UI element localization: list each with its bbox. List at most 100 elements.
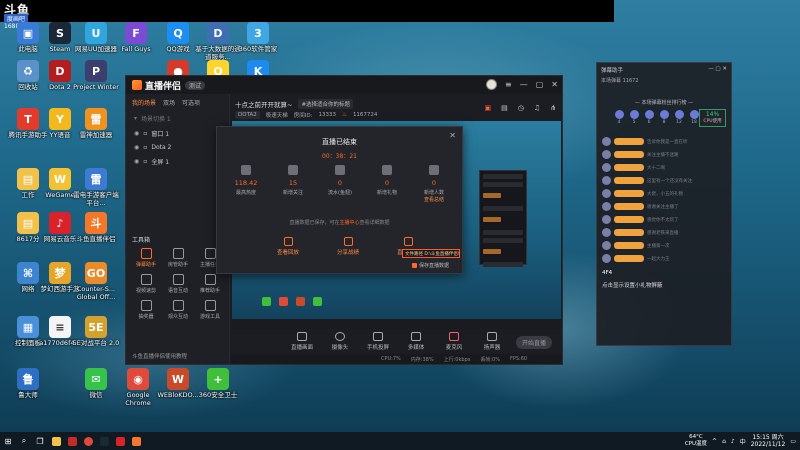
avatar[interactable] [486, 79, 498, 90]
preview-icon [313, 297, 322, 306]
eye-icon[interactable]: ◉ [134, 130, 139, 137]
scene-item-fullscreen[interactable]: ◉ ▫ 全屏 1 [126, 154, 229, 169]
volume-icon[interactable]: ♪ [731, 438, 735, 445]
5e-icon: 5E [85, 316, 107, 338]
live-stats: 118.42 最高热度 15 新增关注 0 流水(鱼翅) 0 新增礼物 0 新增人数 查看总结 [229, 165, 451, 203]
tab-dual[interactable]: 双场 [163, 98, 175, 107]
input-method[interactable]: 中 [740, 437, 746, 446]
dialog-title: 直播已结束 [322, 138, 357, 146]
tool-button[interactable]: 语音互动 [162, 274, 194, 294]
toolbox-grid: 弹幕助手 房管助手 主播任务 视频速剪 语音互动 推荐助手 抽奖器 观众互动 游戏工具 [130, 248, 226, 320]
taskbar-app[interactable] [96, 432, 112, 450]
clock[interactable]: 15:15 周六 2022/11/12 [751, 434, 786, 448]
tool-button[interactable]: 视频速剪 [130, 274, 162, 294]
chevron-up-icon[interactable]: ^ [712, 438, 717, 445]
stat-item: 0 新增礼物 [370, 165, 404, 203]
desktop-icon-csgo[interactable]: GO Counter-S... Global Off... [72, 262, 120, 301]
scene-item-dota[interactable]: ◉ ▫ Dota 2 [126, 141, 229, 154]
network-icon[interactable]: ⌂ [722, 438, 726, 445]
desktop-icon-wechat[interactable]: ✉ 微信 [72, 368, 120, 400]
tab-options[interactable]: 可选项 [182, 98, 200, 107]
lock-icon[interactable]: ▫ [143, 158, 147, 165]
bell-icon[interactable]: ♫ [534, 104, 540, 112]
share-icon[interactable]: ⋔ [550, 104, 556, 112]
taskbar-app[interactable] [64, 432, 80, 450]
speaker-button[interactable]: 扬声器 [478, 331, 506, 351]
window-titlebar[interactable]: 直播伴侣 测试 ≡ — ▢ ✕ [126, 76, 562, 94]
badge-level: 5 [632, 120, 636, 125]
tutorial-link[interactable]: 斗鱼直播伴侣使用教程 [132, 352, 187, 360]
gift-filter-hint[interactable]: 点击显示设置小礼物屏蔽 [602, 281, 663, 289]
screen-capture-button[interactable]: 直播画面 [288, 331, 316, 351]
desktop-icon-thunder[interactable]: 雷雷神加速器 [72, 108, 120, 140]
fan-badge [614, 203, 644, 210]
microphone-button[interactable]: 麦克风 [440, 331, 468, 351]
eye-icon[interactable]: ◉ [134, 144, 139, 151]
tool-button[interactable]: 弹幕助手 [130, 248, 162, 268]
tool-button[interactable]: 推荐助手 [194, 274, 226, 294]
taskbar-app[interactable] [112, 432, 128, 450]
taskbar-app[interactable] [128, 432, 144, 450]
room-game[interactable]: DOTA2 [235, 111, 260, 119]
file-path-field[interactable]: 文件路径 D:\斗鱼直播伴侣\录像 [402, 249, 460, 258]
menu-icon[interactable]: ≡ [505, 80, 512, 89]
camera-button[interactable]: 摄像头 [326, 331, 354, 351]
tab-my-scenes[interactable]: 我的场景 [132, 98, 156, 107]
chart-icon[interactable]: ▤ [501, 104, 508, 112]
minimize-icon[interactable]: — [520, 80, 528, 89]
message-text: 关注主播不迷路 [647, 152, 679, 158]
desktop-icon-5e[interactable]: 5E 5E对战平台 2.0 [72, 316, 120, 348]
task-view-icon[interactable]: ❐ [32, 432, 48, 450]
anchor-center-link[interactable]: 主播中心 [339, 220, 359, 226]
phone-cast-button[interactable]: 手机投屏 [364, 331, 392, 351]
tool-button[interactable]: 观众互动 [162, 300, 194, 320]
eye-icon[interactable]: ◉ [134, 158, 139, 165]
notification-icon[interactable]: ▭ [790, 438, 796, 445]
badge-icon [629, 110, 639, 119]
desktop-icon-thunderphone[interactable]: 雷雷电手游客户端平台... [72, 168, 120, 207]
yy-icon: Y [49, 108, 71, 130]
scene-header[interactable]: ▾ 场景切换 1 [126, 111, 229, 126]
chrome-icon: ◉ [127, 368, 149, 390]
tool-button[interactable]: 游戏工具 [194, 300, 226, 320]
room-title[interactable]: 十点之前开开就算~ [235, 99, 292, 109]
lock-icon[interactable]: ▫ [143, 130, 147, 137]
windows-start-icon[interactable]: ⊞ [0, 432, 16, 450]
danmu-message: 关注主播不迷路 [597, 148, 731, 161]
media-button[interactable]: 多媒体 [402, 331, 430, 351]
save-data-checkbox[interactable]: 保存直播数据 [412, 262, 449, 269]
room-tag[interactable]: #选择适合你的标题 [298, 99, 354, 109]
widget-window-controls[interactable]: — ▢ ✕ [708, 66, 727, 74]
action-label: 查看回放 [276, 250, 299, 256]
stat-link[interactable]: 查看总结 [417, 196, 451, 203]
desktop-icon-fallguys[interactable]: F Fall Guys [112, 22, 160, 54]
desktop-icon-dypush[interactable]: 斗斗鱼直播伴侣 [72, 212, 120, 244]
danmu-widget[interactable]: 弹幕助手 — ▢ ✕ 本场弹幕 11672 — 本场弹幕粉丝排行榜 — 4 5 6 8… [596, 62, 732, 346]
close-icon[interactable]: ✕ [551, 80, 558, 89]
fan-level-icon [602, 163, 611, 172]
taskbar-app[interactable] [80, 432, 96, 450]
desktop-icon-winter[interactable]: P Project Winter [72, 60, 120, 92]
taskbar-app[interactable] [48, 432, 64, 450]
window-controls: ≡ — ▢ ✕ [486, 79, 558, 90]
desktop-icon-ludashi[interactable]: 鲁鲁大师 [4, 368, 52, 400]
360s-icon: + [207, 368, 229, 390]
gift-icon[interactable]: ▣ [484, 104, 491, 112]
badge-level: 8 [662, 120, 666, 125]
tool-button[interactable]: 房管助手 [162, 248, 194, 268]
csgo-icon: GO [85, 262, 107, 284]
tool-button[interactable]: 抽奖器 [130, 300, 162, 320]
search-icon[interactable]: ⌕ [16, 432, 32, 450]
start-live-button[interactable]: 开始直播 [516, 336, 552, 349]
lock-icon[interactable]: ▫ [143, 144, 147, 151]
desktop-icon-360s[interactable]: +360安全卫士 [194, 368, 242, 400]
clock-icon[interactable]: ◷ [518, 104, 524, 112]
scene-item-window[interactable]: ◉ ▫ 窗口 1 [126, 126, 229, 141]
view-replay-button[interactable]: 查看回放 [273, 237, 303, 256]
close-icon[interactable]: ✕ [449, 131, 456, 140]
fan-badge [614, 177, 644, 184]
badge-level: 18 [691, 120, 697, 125]
maximize-icon[interactable]: ▢ [536, 80, 544, 89]
desktop-icon-360m[interactable]: 3 360软件管家 [234, 22, 282, 54]
share-result-button[interactable]: 分享战绩 [333, 237, 363, 256]
